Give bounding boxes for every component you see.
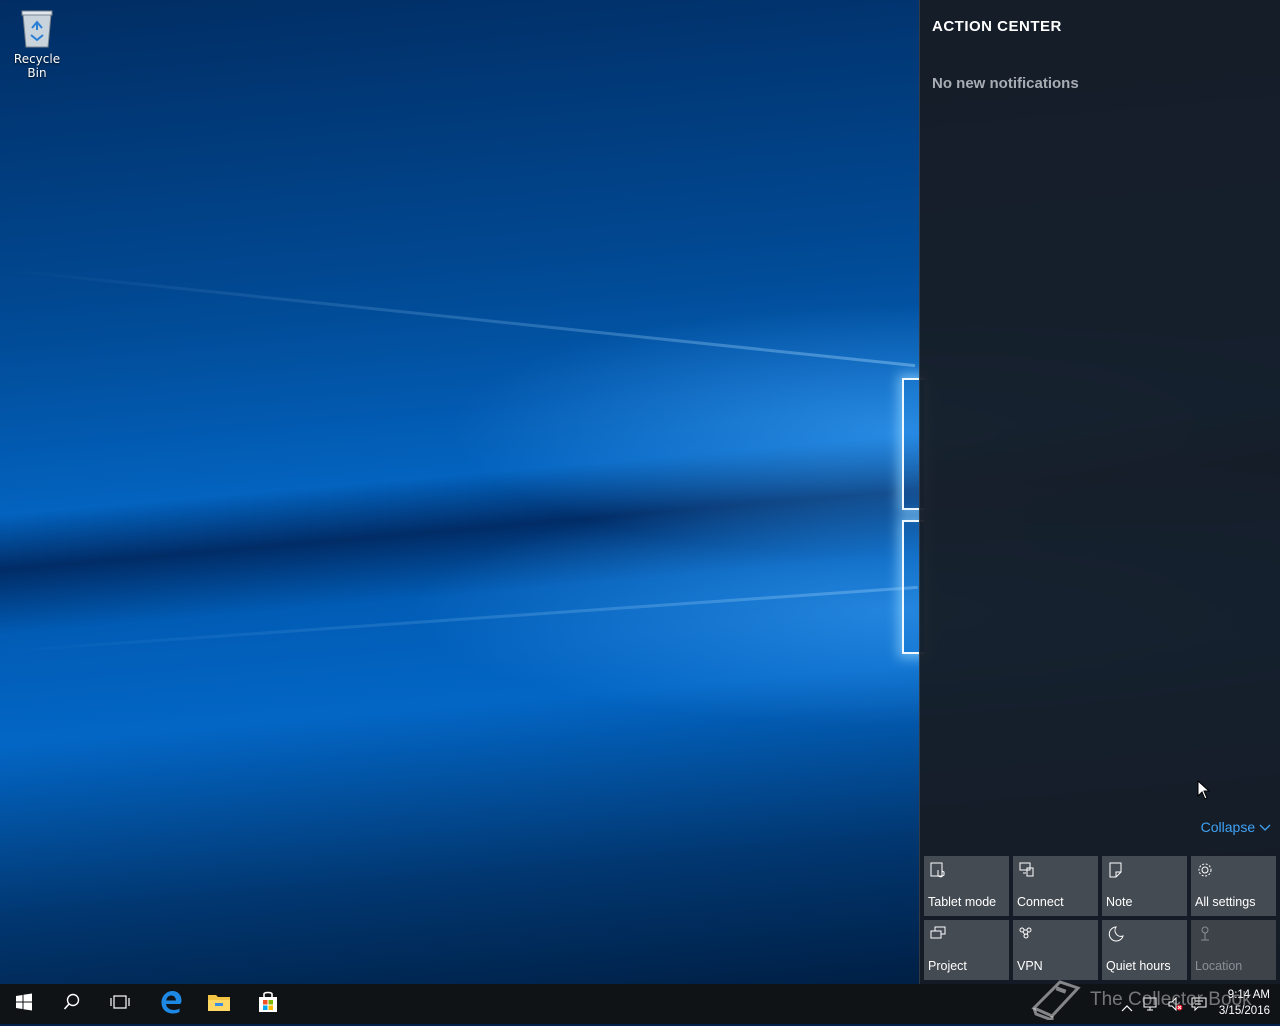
watermark-text: The Collector Book <box>1090 989 1252 1010</box>
quick-action-label: Quiet hours <box>1106 959 1171 973</box>
quick-action-all-settings[interactable]: All settings <box>1191 856 1276 916</box>
collapse-button[interactable]: Collapse <box>1201 819 1271 835</box>
action-center-title: ACTION CENTER <box>932 18 1062 35</box>
note-icon <box>1107 861 1125 879</box>
quick-actions-grid: Tablet mode Connect Note All settings Pr… <box>924 856 1279 980</box>
project-icon <box>929 925 947 943</box>
file-explorer-icon <box>207 992 231 1016</box>
quick-action-quiet-hours[interactable]: Quiet hours <box>1102 920 1187 980</box>
start-icon <box>15 993 33 1015</box>
light-beam <box>0 585 918 653</box>
book-icon <box>1030 974 1082 1026</box>
quick-action-note[interactable]: Note <box>1102 856 1187 916</box>
quick-action-label: Project <box>928 959 967 973</box>
location-icon <box>1196 925 1214 943</box>
chevron-down-icon <box>1259 819 1271 835</box>
search-button[interactable] <box>48 984 96 1024</box>
quick-action-vpn[interactable]: VPN <box>1013 920 1098 980</box>
watermark: The Collector Book <box>1030 974 1252 1026</box>
quick-action-label: Connect <box>1017 895 1064 909</box>
no-notifications-message: No new notifications <box>932 75 1079 92</box>
quick-action-tablet-mode[interactable]: Tablet mode <box>924 856 1009 916</box>
store-taskbar-button[interactable] <box>244 984 292 1024</box>
edge-icon <box>159 990 183 1018</box>
collapse-label: Collapse <box>1200 819 1256 835</box>
quick-action-project[interactable]: Project <box>924 920 1009 980</box>
quick-action-label: Location <box>1195 959 1243 973</box>
mouse-cursor-icon <box>1197 779 1211 804</box>
quick-action-label: Note <box>1106 895 1133 909</box>
action-center-panel: ACTION CENTER No new notifications Colla… <box>919 0 1280 984</box>
start-button[interactable] <box>0 984 48 1024</box>
file-explorer-taskbar-button[interactable] <box>195 984 243 1024</box>
store-icon <box>256 990 280 1018</box>
quick-action-label: VPN <box>1017 959 1043 973</box>
recycle-bin-label: Recycle Bin <box>13 52 61 80</box>
recycle-bin-icon <box>20 8 54 48</box>
quick-action-connect[interactable]: Connect <box>1013 856 1098 916</box>
edge-taskbar-button[interactable] <box>147 984 195 1024</box>
task-view-icon <box>109 994 131 1014</box>
search-icon <box>63 993 81 1015</box>
task-view-button[interactable] <box>96 984 144 1024</box>
quick-action-label: Tablet mode <box>928 895 997 909</box>
quick-action-location[interactable]: Location <box>1191 920 1276 980</box>
vpn-icon <box>1018 925 1036 943</box>
light-beam <box>0 268 916 368</box>
moon-icon <box>1107 925 1125 943</box>
connect-icon <box>1018 861 1036 879</box>
tablet-mode-icon <box>929 861 947 879</box>
gear-icon <box>1196 861 1214 879</box>
recycle-bin-shortcut[interactable]: Recycle Bin <box>6 6 68 80</box>
quick-action-label: All settings <box>1195 895 1256 909</box>
